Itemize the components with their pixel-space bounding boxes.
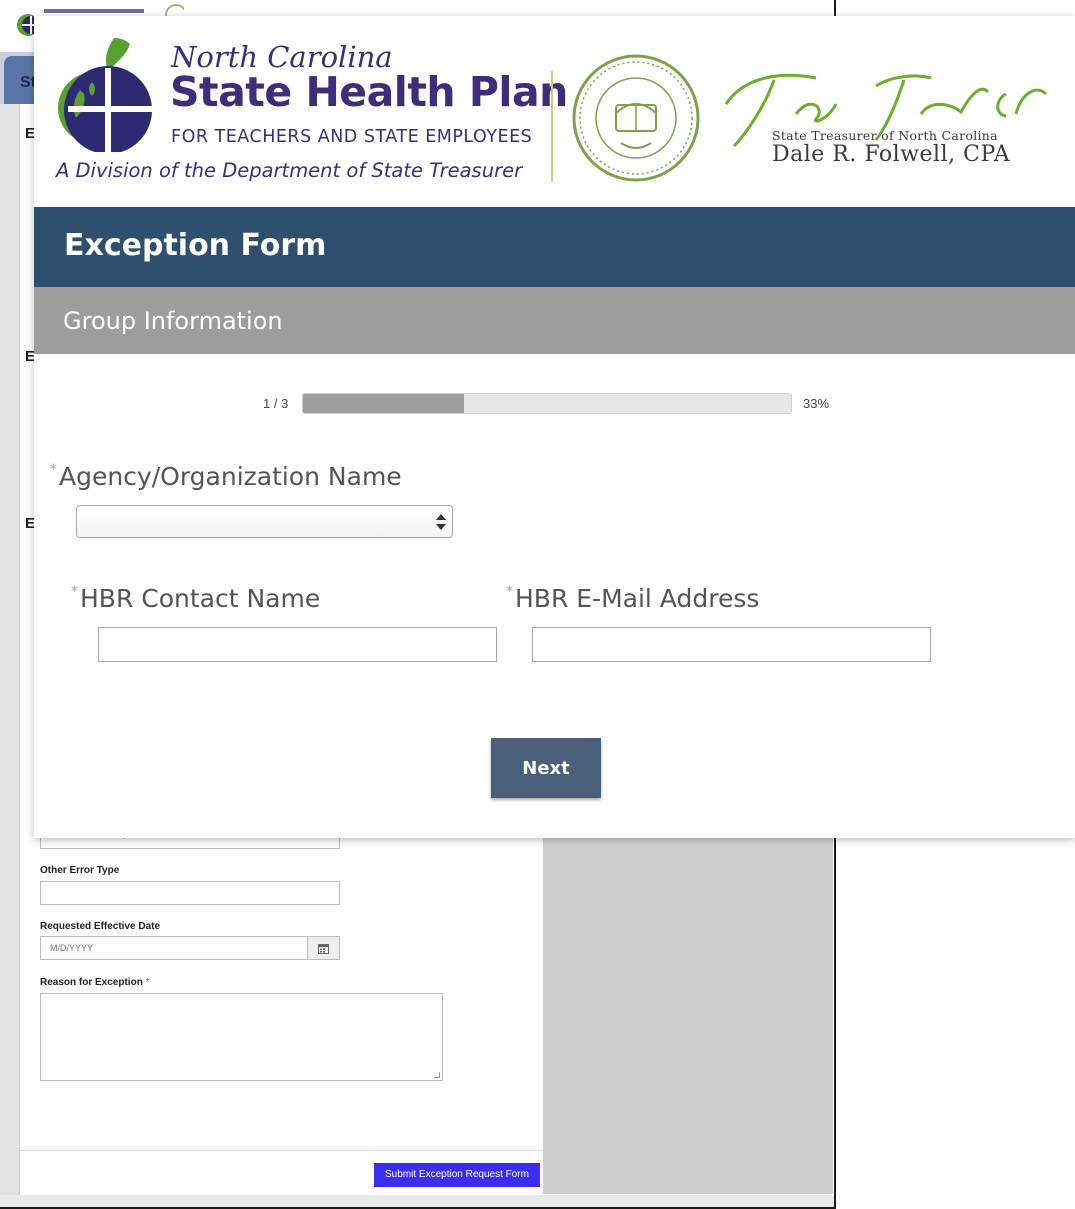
header-divider	[551, 71, 553, 181]
background-left-rail	[0, 104, 20, 1207]
org-name-line3: FOR TEACHERS AND STATE EMPLOYEES	[171, 127, 533, 147]
agency-name-select[interactable]	[76, 505, 453, 538]
section-header: Group Information	[34, 287, 1075, 354]
progress-bar	[302, 393, 792, 414]
treasury-seal-icon	[572, 54, 700, 182]
hbr-email-label-text: HBR E-Mail Address	[515, 584, 760, 613]
other-error-type-label: Other Error Type	[40, 865, 120, 876]
reason-label-text: Reason for Exception	[40, 977, 143, 988]
required-marker: *	[506, 584, 513, 600]
hbr-email-input[interactable]	[532, 627, 931, 662]
hbr-contact-name-input[interactable]	[98, 627, 497, 662]
progress-step-label: 1 / 3	[263, 396, 289, 411]
header-banner: North Carolina State Health Plan FOR TEA…	[34, 16, 1075, 207]
reason-for-exception-textarea[interactable]	[40, 993, 443, 1081]
progress-bar-fill	[303, 394, 465, 413]
treasurer-name: Dale R. Folwell, CPA	[772, 142, 1011, 167]
hbr-contact-name-label-text: HBR Contact Name	[80, 584, 321, 613]
next-button[interactable]: Next	[491, 738, 601, 798]
org-division-line: A Division of the Department of State Tr…	[56, 159, 523, 182]
hbr-email-label: *HBR E-Mail Address	[506, 584, 759, 613]
state-health-plan-apple-icon	[58, 38, 152, 152]
page-title: Exception Form	[64, 228, 327, 263]
calendar-icon	[318, 943, 329, 954]
progress-percent: 33%	[803, 396, 830, 411]
background-bottom-strip	[0, 1195, 834, 1207]
form-title-band: Exception Form	[34, 207, 1075, 287]
date-picker-button[interactable]	[307, 936, 340, 960]
reason-for-exception-label: Reason for Exception *	[40, 977, 150, 988]
submit-exception-request-button[interactable]: Submit Exception Request Form	[374, 1163, 540, 1187]
other-error-type-input[interactable]	[40, 881, 340, 905]
exception-form-modal: North Carolina State Health Plan FOR TEA…	[34, 16, 1075, 838]
required-marker: *	[145, 977, 150, 988]
required-marker: *	[71, 584, 78, 600]
agency-name-label-text: Agency/Organization Name	[59, 462, 402, 491]
hbr-contact-name-label: *HBR Contact Name	[71, 584, 320, 613]
treasurer-title: State Treasurer of North Carolina	[772, 128, 998, 143]
requested-effective-date-input[interactable]: M/D/YYYY	[40, 936, 340, 960]
select-arrows-icon	[436, 514, 446, 530]
required-marker: *	[50, 462, 57, 478]
org-name-line2: State Health Plan	[170, 68, 568, 116]
requested-effective-date-label: Requested Effective Date	[40, 921, 161, 932]
background-divider	[20, 1150, 543, 1151]
agency-name-label: *Agency/Organization Name	[50, 462, 402, 491]
resize-handle-icon[interactable]	[434, 1072, 440, 1078]
section-title: Group Information	[63, 307, 283, 335]
